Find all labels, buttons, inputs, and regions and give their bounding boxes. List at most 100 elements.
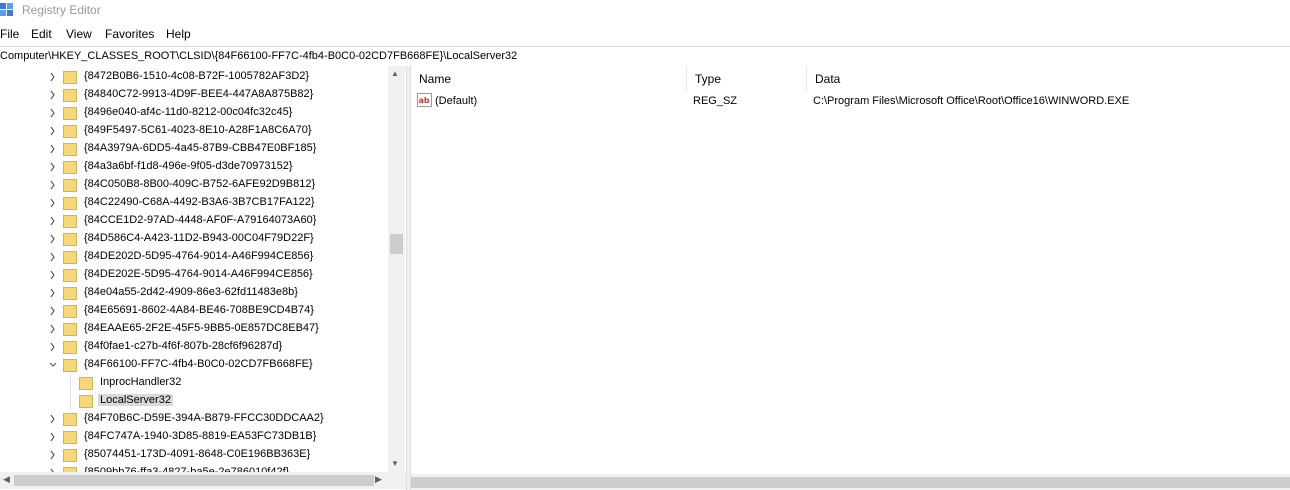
value-name[interactable]: (Default) bbox=[435, 95, 477, 107]
tree-item[interactable]: {84E65691-8602-4A84-BE46-708BE9CD4B74} bbox=[0, 302, 388, 320]
tree-item[interactable]: {8496e040-af4c-11d0-8212-00c04fc32c45} bbox=[0, 104, 388, 122]
chevron-right-icon[interactable] bbox=[48, 287, 58, 299]
folder-icon bbox=[63, 179, 77, 192]
list-horizontal-scrollbar[interactable] bbox=[411, 474, 1290, 490]
tree-item-label: {84FC747A-1940-3D85-8819-EA53FC73DB1B} bbox=[84, 430, 317, 442]
tree-item[interactable]: {84e04a55-2d42-4909-86e3-62fd11483e8b} bbox=[0, 284, 388, 302]
chevron-right-icon[interactable] bbox=[48, 161, 58, 173]
chevron-right-icon[interactable] bbox=[48, 449, 58, 461]
chevron-right-icon[interactable] bbox=[48, 305, 58, 317]
tree-item[interactable]: {84A3979A-6DD5-4a45-87B9-CBB47E0BF185} bbox=[0, 140, 388, 158]
chevron-right-icon[interactable] bbox=[48, 179, 58, 191]
address-path[interactable]: Computer\HKEY_CLASSES_ROOT\CLSID\{84F661… bbox=[0, 50, 517, 62]
tree-item[interactable]: {84F70B6C-D59E-394A-B879-FFCC30DDCAA2} bbox=[0, 410, 388, 428]
tree-item[interactable]: InprocHandler32 bbox=[0, 374, 388, 392]
folder-icon bbox=[63, 233, 77, 246]
menu-edit[interactable]: Edit bbox=[31, 27, 52, 41]
chevron-right-icon[interactable] bbox=[48, 413, 58, 425]
tree-horizontal-scroll-thumb[interactable] bbox=[14, 475, 374, 486]
tree-item-label: {84DE202E-5D95-4764-9014-A46F994CE856} bbox=[84, 268, 313, 280]
menu-file[interactable]: File bbox=[0, 27, 19, 41]
tree-item[interactable]: {84FC747A-1940-3D85-8819-EA53FC73DB1B} bbox=[0, 428, 388, 446]
tree-item-label: {84D586C4-A423-11D2-B943-00C04F79D22F} bbox=[84, 232, 314, 244]
svg-text:ab: ab bbox=[419, 96, 430, 105]
menu-favorites[interactable]: Favorites bbox=[105, 27, 154, 41]
chevron-right-icon[interactable] bbox=[48, 107, 58, 119]
menu-view[interactable]: View bbox=[66, 27, 92, 41]
tree-item-label: InprocHandler32 bbox=[100, 376, 182, 388]
folder-icon bbox=[63, 359, 77, 372]
tree-item[interactable]: {85074451-173D-4091-8648-C0E196BB363E} bbox=[0, 446, 388, 464]
folder-icon bbox=[63, 323, 77, 336]
chevron-right-icon[interactable] bbox=[48, 251, 58, 263]
scroll-left-arrow-icon[interactable]: ◀ bbox=[3, 474, 10, 485]
chevron-right-icon[interactable] bbox=[48, 197, 58, 209]
tree-item[interactable]: {84DE202E-5D95-4764-9014-A46F994CE856} bbox=[0, 266, 388, 284]
folder-icon bbox=[79, 395, 93, 408]
chevron-right-icon[interactable] bbox=[48, 71, 58, 83]
tree-item[interactable]: {8472B0B6-1510-4c08-B72F-1005782AF3D2} bbox=[0, 68, 388, 86]
tree-item-label: {84DE202D-5D95-4764-9014-A46F994CE856} bbox=[84, 250, 314, 262]
chevron-right-icon[interactable] bbox=[48, 233, 58, 245]
tree-item-label: {84C050B8-8B00-409C-B752-6AFE92D9B812} bbox=[84, 178, 316, 190]
folder-icon bbox=[79, 377, 93, 390]
chevron-right-icon[interactable] bbox=[48, 323, 58, 335]
folder-icon bbox=[63, 449, 77, 462]
list-horizontal-scroll-thumb[interactable] bbox=[411, 477, 1290, 488]
key-tree-pane[interactable]: {8472B0B6-1510-4c08-B72F-1005782AF3D2} {8… bbox=[0, 66, 406, 490]
tree-item-label: {84A3979A-6DD5-4a45-87B9-CBB47E0BF185} bbox=[84, 142, 317, 154]
folder-icon bbox=[63, 197, 77, 210]
scroll-right-arrow-icon[interactable]: ▶ bbox=[375, 474, 382, 485]
address-bar[interactable]: Computer\HKEY_CLASSES_ROOT\CLSID\{84F661… bbox=[0, 46, 1290, 67]
tree-item-label: {85074451-173D-4091-8648-C0E196BB363E} bbox=[84, 448, 311, 460]
scroll-up-arrow-icon[interactable]: ▲ bbox=[391, 69, 399, 78]
tree-item-label: {84EAAE65-2F2E-45F5-9BB5-0E857DC8EB47} bbox=[84, 322, 319, 334]
column-header-data[interactable]: Data bbox=[807, 66, 1290, 90]
folder-icon bbox=[63, 161, 77, 174]
tree-item-label: {84a3a6bf-f1d8-496e-9f05-d3de70973152} bbox=[84, 160, 293, 172]
tree-item-label: {84C22490-C68A-4492-B3A6-3B7CB17FA122} bbox=[84, 196, 315, 208]
tree-item[interactable]: {84a3a6bf-f1d8-496e-9f05-d3de70973152} bbox=[0, 158, 388, 176]
value-row[interactable]: ab (Default) REG_SZ C:\Program Files\Mic… bbox=[411, 92, 1290, 110]
tree-item-label: {849F5497-5C61-4023-8E10-A28F1A8C6A70} bbox=[84, 124, 312, 136]
column-header-name[interactable]: Name bbox=[411, 66, 687, 90]
values-list-pane[interactable]: Name Type Data ab (Default) REG_SZ C:\Pr… bbox=[411, 66, 1290, 490]
tree-item-selected[interactable]: LocalServer32 bbox=[0, 392, 388, 410]
tree-item[interactable]: {84F66100-FF7C-4fb4-B0C0-02CD7FB668FE} bbox=[0, 356, 388, 374]
tree-item[interactable]: {84C22490-C68A-4492-B3A6-3B7CB17FA122} bbox=[0, 194, 388, 212]
tree-vertical-scrollbar[interactable]: ▲ ▼ bbox=[388, 66, 405, 472]
tree-horizontal-scrollbar[interactable]: ◀ ▶ bbox=[0, 472, 406, 489]
chevron-right-icon[interactable] bbox=[48, 125, 58, 137]
tree-item[interactable]: {84840C72-9913-4D9F-BEE4-447A8A875B82} bbox=[0, 86, 388, 104]
chevron-right-icon[interactable] bbox=[48, 269, 58, 281]
column-header-type[interactable]: Type bbox=[687, 66, 807, 90]
tree-item[interactable]: {84D586C4-A423-11D2-B943-00C04F79D22F} bbox=[0, 230, 388, 248]
chevron-right-icon[interactable] bbox=[48, 431, 58, 443]
chevron-down-icon[interactable] bbox=[48, 359, 58, 371]
chevron-right-icon[interactable] bbox=[48, 341, 58, 353]
folder-icon bbox=[63, 431, 77, 444]
tree-item[interactable]: {84CCE1D2-97AD-4448-AF0F-A79164073A60} bbox=[0, 212, 388, 230]
folder-icon bbox=[63, 143, 77, 156]
tree-item[interactable]: {849F5497-5C61-4023-8E10-A28F1A8C6A70} bbox=[0, 122, 388, 140]
scroll-down-arrow-icon[interactable]: ▼ bbox=[391, 459, 399, 468]
folder-icon bbox=[63, 305, 77, 318]
folder-icon bbox=[63, 413, 77, 426]
value-type: REG_SZ bbox=[693, 95, 738, 107]
column-header-type-label: Type bbox=[695, 72, 722, 86]
chevron-right-icon[interactable] bbox=[48, 215, 58, 227]
tree-item[interactable]: {84C050B8-8B00-409C-B752-6AFE92D9B812} bbox=[0, 176, 388, 194]
folder-icon bbox=[63, 251, 77, 264]
tree-item[interactable]: {84DE202D-5D95-4764-9014-A46F994CE856} bbox=[0, 248, 388, 266]
menu-bar: File Edit View Favorites Help bbox=[0, 26, 1290, 44]
tree-item[interactable]: {84EAAE65-2F2E-45F5-9BB5-0E857DC8EB47} bbox=[0, 320, 388, 338]
chevron-right-icon[interactable] bbox=[48, 89, 58, 101]
folder-icon bbox=[63, 89, 77, 102]
chevron-right-icon[interactable] bbox=[48, 143, 58, 155]
menu-help[interactable]: Help bbox=[166, 27, 191, 41]
window-title: Registry Editor bbox=[22, 3, 101, 17]
tree-item-label: {84f0fae1-c27b-4f6f-807b-28cf6f96287d} bbox=[84, 340, 283, 352]
tree-vertical-scroll-thumb[interactable] bbox=[390, 234, 403, 254]
folder-icon bbox=[63, 71, 77, 84]
tree-item[interactable]: {84f0fae1-c27b-4f6f-807b-28cf6f96287d} bbox=[0, 338, 388, 356]
